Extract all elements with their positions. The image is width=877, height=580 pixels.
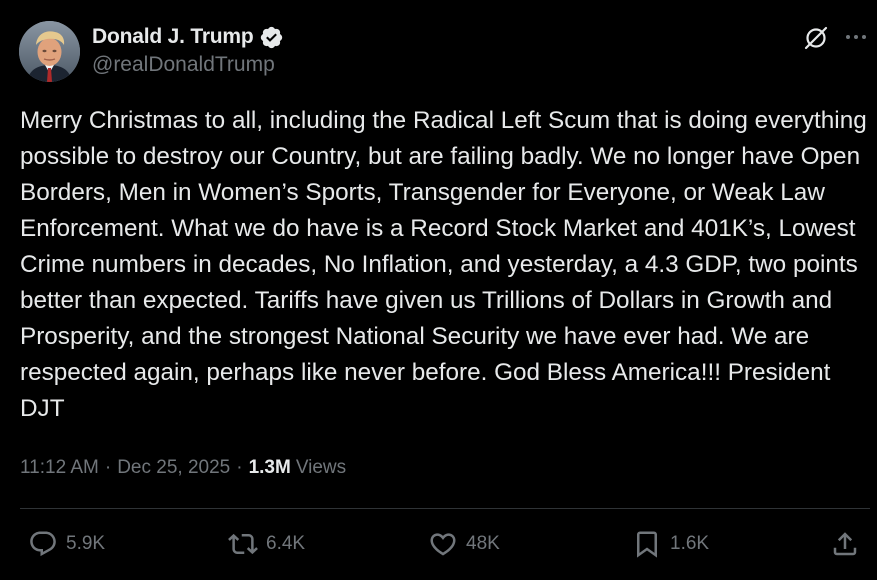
- grok-icon: [804, 26, 828, 50]
- views-label: Views: [295, 457, 347, 478]
- author-name-row[interactable]: Donald J. Trump: [92, 24, 284, 50]
- views-count: 1.3M: [248, 457, 291, 478]
- reply-button[interactable]: 5.9K: [28, 528, 105, 560]
- repost-count: 6.4K: [266, 533, 306, 554]
- divider: [20, 508, 870, 509]
- verified-badge-icon: [260, 26, 282, 48]
- tweet-date[interactable]: Dec 25, 2025: [117, 457, 230, 479]
- bookmark-count: 1.6K: [670, 533, 710, 554]
- like-heart-icon: [430, 533, 456, 556]
- author-handle[interactable]: @realDonaldTrump: [92, 53, 275, 77]
- share-button[interactable]: [830, 528, 860, 560]
- more-options-button[interactable]: [843, 22, 869, 52]
- like-count: 48K: [466, 533, 500, 554]
- tweet-metadata: 11:12 AM · Dec 25, 2025 · 1.3M Views: [20, 455, 346, 481]
- tweet-text: Merry Christmas to all, including the Ra…: [20, 107, 867, 422]
- more-options-icon: [846, 35, 866, 39]
- repost-icon: [228, 533, 258, 555]
- bookmark-button[interactable]: 1.6K: [632, 528, 709, 560]
- reply-icon: [30, 531, 56, 557]
- meta-separator: ·: [236, 457, 243, 478]
- meta-separator: ·: [104, 457, 112, 478]
- bookmark-icon: [637, 531, 657, 558]
- repost-button[interactable]: 6.4K: [228, 528, 305, 560]
- avatar[interactable]: [19, 21, 80, 82]
- author-display-name[interactable]: Donald J. Trump: [92, 25, 254, 49]
- like-button[interactable]: 48K: [428, 528, 500, 560]
- share-icon: [833, 532, 857, 556]
- avatar-portrait-image: [19, 21, 80, 82]
- grok-button[interactable]: [801, 23, 831, 53]
- tweet-card: Donald J. Trump @realDonaldTrump Merry C…: [0, 0, 877, 580]
- tweet-time[interactable]: 11:12 AM: [20, 457, 99, 479]
- reply-count: 5.9K: [66, 533, 106, 554]
